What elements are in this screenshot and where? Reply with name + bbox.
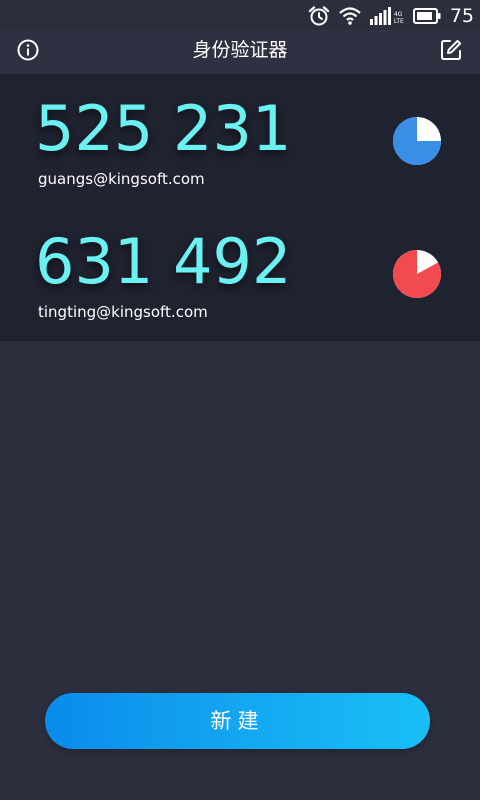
network-type-label: 4G [393, 11, 403, 18]
countdown-timer-icon [393, 117, 441, 165]
alarm-icon [308, 5, 330, 27]
wifi-icon [339, 6, 361, 26]
countdown-timer-icon [392, 250, 441, 298]
otp-code: 631 492 [35, 225, 292, 298]
page-title: 身份验证器 [192, 39, 288, 61]
account-email: tingting@kingsoft.com [38, 303, 208, 321]
edit-icon[interactable] [439, 38, 463, 62]
otp-code: 525 231 [35, 92, 292, 165]
account-list: 525 231 guangs@kingsoft.com 631 492 ting… [0, 74, 480, 341]
account-card[interactable]: 631 492 tingting@kingsoft.com [0, 207, 480, 341]
status-icons: 4G LTE 75 [308, 3, 474, 29]
authenticator-screen: 4G LTE 75 身份验证器 525 231 guangs@kingsoft.… [0, 0, 480, 800]
account-card[interactable]: 525 231 guangs@kingsoft.com [0, 74, 480, 207]
battery-level: 75 [449, 5, 474, 27]
signal-icon: 4G LTE [369, 7, 404, 25]
status-bar: 4G LTE 75 [0, 0, 480, 30]
network-sub-label: LTE [393, 18, 404, 25]
account-email: guangs@kingsoft.com [38, 170, 205, 188]
new-account-button[interactable]: 新建 [45, 693, 430, 749]
battery-icon [412, 8, 441, 24]
app-header: 身份验证器 [0, 30, 480, 74]
